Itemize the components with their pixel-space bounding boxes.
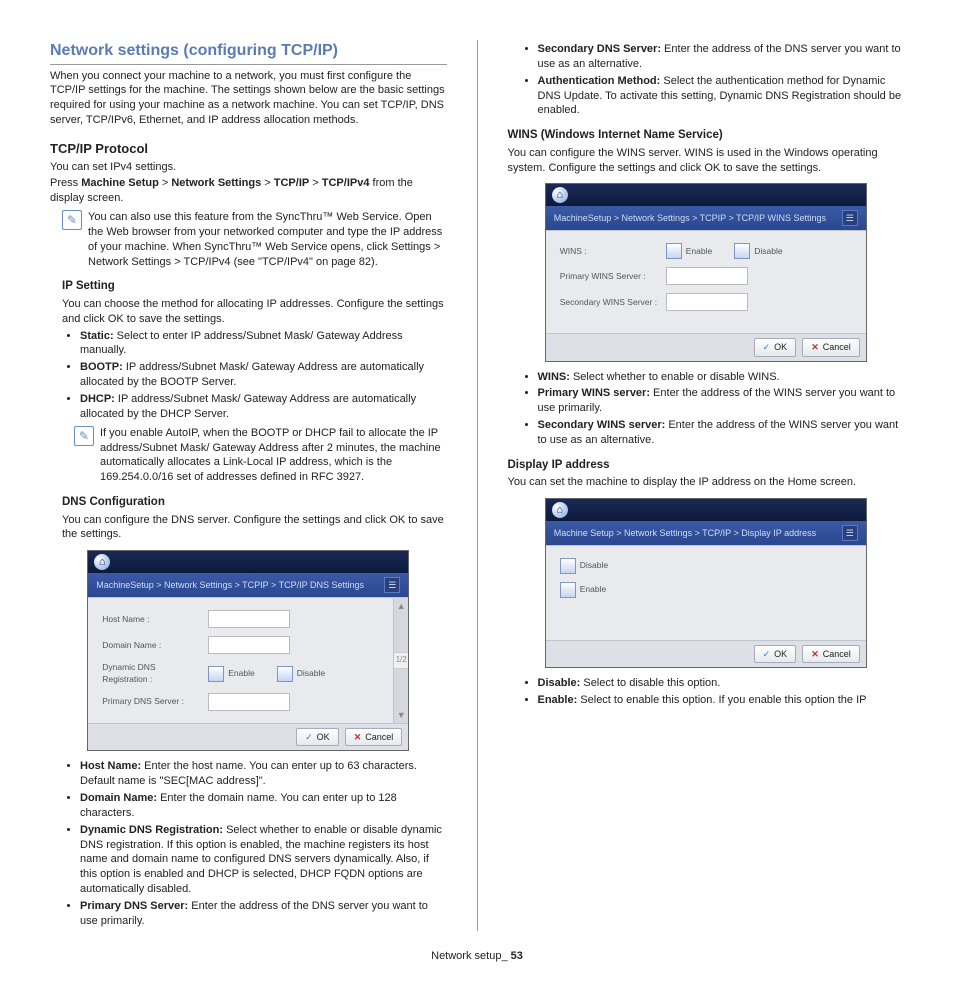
home-icon[interactable] <box>552 187 568 203</box>
panel-breadcrumb: Machine Setup > Network Settings > TCP/I… <box>546 521 866 545</box>
display-ip-heading: Display IP address <box>508 458 905 474</box>
ip-list: Static: Select to enter IP address/Subne… <box>62 329 447 422</box>
ddns-label: Dynamic DNS Registration : <box>102 662 202 685</box>
tcpip-p1: You can set IPv4 settings. <box>50 160 447 175</box>
enable-radio[interactable]: Enable <box>208 666 254 682</box>
dns-list-continued: Secondary DNS Server: Enter the address … <box>520 42 905 118</box>
enable-radio[interactable]: Enable <box>560 582 606 598</box>
wins-p1: You can configure the WINS server. WINS … <box>508 146 905 176</box>
note-icon: ✎ <box>74 426 94 446</box>
primary-wins-label: Primary WINS Server : <box>560 271 660 282</box>
display-ip-p1: You can set the machine to display the I… <box>508 475 905 490</box>
disable-radio[interactable]: Disable <box>560 558 608 574</box>
wins-panel: MachineSetup > Network Settings > TCPIP … <box>545 183 867 361</box>
panel-breadcrumb: MachineSetup > Network Settings > TCPIP … <box>88 573 408 597</box>
tcpip-heading: TCP/IP Protocol <box>50 140 447 158</box>
dns-panel: MachineSetup > Network Settings > TCPIP … <box>87 550 409 751</box>
display-ip-list: Disable: Select to disable this option. … <box>520 676 905 708</box>
cancel-button[interactable]: ✕Cancel <box>802 645 860 663</box>
intro-paragraph: When you connect your machine to a netwo… <box>50 69 447 128</box>
secondary-wins-label: Secondary WINS Server : <box>560 297 660 308</box>
display-ip-panel: Machine Setup > Network Settings > TCP/I… <box>545 498 867 668</box>
wins-label: WINS : <box>560 246 660 257</box>
note-icon: ✎ <box>62 210 82 230</box>
ip-heading: IP Setting <box>62 279 447 295</box>
ok-button[interactable]: ✓OK <box>296 728 339 746</box>
primary-dns-input[interactable] <box>208 693 290 711</box>
host-input[interactable] <box>208 610 290 628</box>
ip-p1: You can choose the method for allocating… <box>62 297 447 327</box>
enable-radio[interactable]: Enable <box>666 243 712 259</box>
panel-breadcrumb: MachineSetup > Network Settings > TCPIP … <box>546 206 866 230</box>
dns-heading: DNS Configuration <box>62 495 447 511</box>
ip-note: ✎ If you enable AutoIP, when the BOOTP o… <box>74 426 447 485</box>
disable-radio[interactable]: Disable <box>277 666 325 682</box>
domain-input[interactable] <box>208 636 290 654</box>
home-icon[interactable] <box>552 502 568 518</box>
dns-list: Host Name: Enter the host name. You can … <box>62 759 447 928</box>
page-title: Network settings (configuring TCP/IP) <box>50 40 447 65</box>
ok-button[interactable]: ✓OK <box>754 338 797 356</box>
panel-menu-icon[interactable]: ☰ <box>842 210 858 226</box>
scroll-up-icon[interactable]: ▲ <box>397 598 406 614</box>
home-icon[interactable] <box>94 554 110 570</box>
tcpip-path: Press Machine Setup > Network Settings >… <box>50 176 447 206</box>
wins-heading: WINS (Windows Internet Name Service) <box>508 128 905 144</box>
ok-button[interactable]: ✓OK <box>754 645 797 663</box>
scrollbar[interactable]: ▲ 1/2 ▼ <box>393 598 408 723</box>
page-footer: Network setup_ 53 <box>50 949 904 964</box>
tcpip-note: ✎ You can also use this feature from the… <box>62 210 447 269</box>
domain-label: Domain Name : <box>102 640 202 651</box>
panel-menu-icon[interactable]: ☰ <box>384 577 400 593</box>
wins-list: WINS: Select whether to enable or disabl… <box>520 370 905 448</box>
scroll-down-icon[interactable]: ▼ <box>397 707 406 723</box>
dns-p1: You can configure the DNS server. Config… <box>62 513 447 543</box>
panel-titlebar <box>88 551 408 573</box>
disable-radio[interactable]: Disable <box>734 243 782 259</box>
cancel-button[interactable]: ✕Cancel <box>802 338 860 356</box>
panel-menu-icon[interactable]: ☰ <box>842 525 858 541</box>
page-indicator: 1/2 <box>394 652 408 669</box>
cancel-button[interactable]: ✕Cancel <box>345 728 403 746</box>
primary-wins-input[interactable] <box>666 267 748 285</box>
primary-dns-label: Primary DNS Server : <box>102 696 202 707</box>
host-label: Host Name : <box>102 614 202 625</box>
secondary-wins-input[interactable] <box>666 293 748 311</box>
